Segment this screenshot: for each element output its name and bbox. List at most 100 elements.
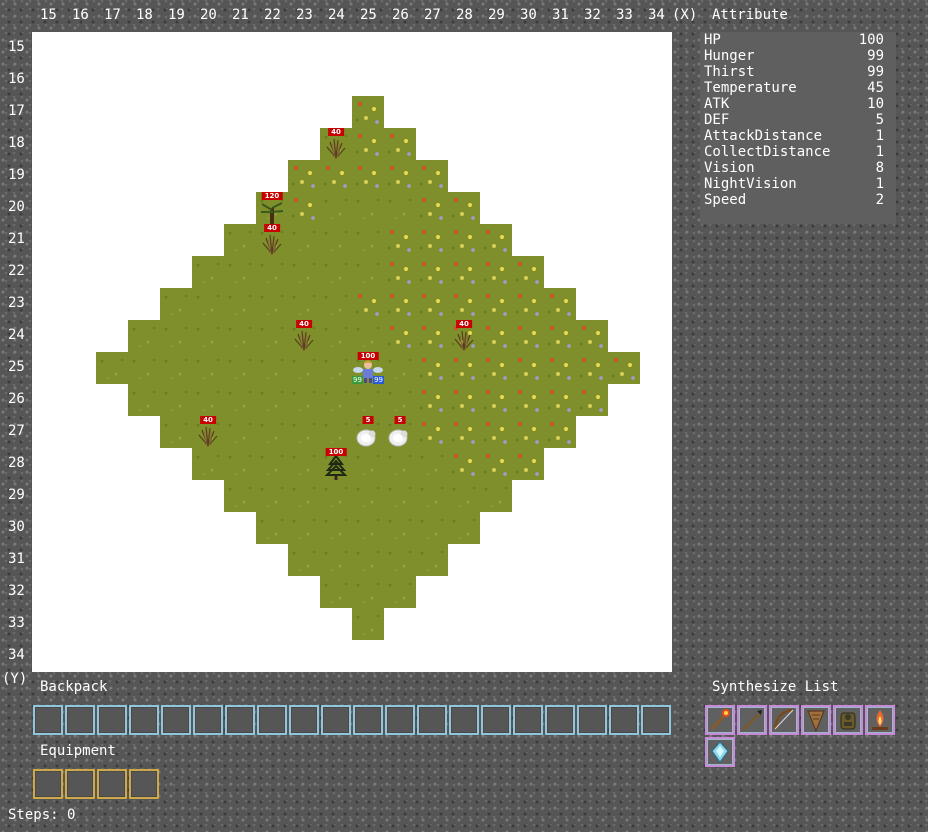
grass-tile [416,352,448,384]
backpack-slot[interactable] [225,705,255,735]
grass-tile [448,384,480,416]
bush-entity[interactable]: 40 [192,416,224,448]
backpack-slot[interactable] [161,705,191,735]
grass-tile [128,320,160,352]
y-axis-tick: 15 [8,39,25,55]
pine-entity[interactable]: 100 [320,448,352,480]
x-axis-tick: 15 [40,7,57,23]
x-axis-tick: 25 [360,7,377,23]
synthesize-slot[interactable] [769,705,799,735]
bush-sprite [198,426,218,447]
bush-sprite [294,330,314,351]
y-axis-tick: 19 [8,167,25,183]
backpack-slot[interactable] [129,705,159,735]
grass-tile [384,544,416,576]
grass-tile [256,480,288,512]
backpack-slot[interactable] [641,705,671,735]
grass-tile [512,320,544,352]
tree-entity[interactable]: 120 [256,192,288,224]
grass-tile [224,352,256,384]
x-axis-tick: 23 [296,7,313,23]
backpack-slot[interactable] [97,705,127,735]
backpack-slot[interactable] [609,705,639,735]
equipment-slot[interactable] [129,769,159,799]
backpack-slot[interactable] [353,705,383,735]
grass-tile [416,416,448,448]
grass-tile [320,192,352,224]
sheep-sprite [388,429,408,447]
y-axis-tick: 33 [8,615,25,631]
x-axis-tick: 17 [104,7,121,23]
grass-tile [352,512,384,544]
grass-tile [256,352,288,384]
y-axis-suffix: (Y) [2,671,28,687]
grass-tile [160,352,192,384]
synthesize-slot[interactable] [705,737,735,767]
backpack-slot[interactable] [289,705,319,735]
grass-tile [512,416,544,448]
backpack-slot[interactable] [481,705,511,735]
grass-tile [352,192,384,224]
grass-tile [448,224,480,256]
player-entity[interactable]: 100 99 99 [352,352,384,384]
grass-tile [288,256,320,288]
map-canvas[interactable]: 40 120 40 40 40 100 99 99 40 5 5 100 [32,32,672,672]
grass-tile [480,480,512,512]
bush-sprite [262,234,282,255]
attribute-value: 2 [875,192,884,208]
attribute-value: 1 [875,176,884,192]
grass-tile [352,608,384,640]
backpack-slot[interactable] [545,705,575,735]
grass-tile [352,288,384,320]
grass-tile [288,160,320,192]
backpack-slot[interactable] [513,705,543,735]
grass-tile [384,480,416,512]
grass-tile [288,384,320,416]
backpack-slot[interactable] [33,705,63,735]
backpack-slot[interactable] [321,705,351,735]
torch-icon [710,709,730,731]
grass-tile [544,352,576,384]
backpack-slot[interactable] [577,705,607,735]
equipment-slot[interactable] [97,769,127,799]
synthesize-slot[interactable] [833,705,863,735]
sheep-entity[interactable]: 5 [352,416,384,448]
synthesize-slot[interactable] [705,705,735,735]
bush-entity[interactable]: 40 [448,320,480,352]
backpack-slot[interactable] [385,705,415,735]
grass-tile [256,288,288,320]
synthesize-title: Synthesize List [712,679,839,695]
synthesize-slot[interactable] [865,705,895,735]
grass-tile [416,480,448,512]
grass-tile [224,448,256,480]
backpack-slot[interactable] [417,705,447,735]
grass-tile [288,288,320,320]
grass-tile [320,352,352,384]
grass-tile [320,160,352,192]
bush-entity[interactable]: 40 [320,128,352,160]
backpack-slot[interactable] [449,705,479,735]
sheep-entity[interactable]: 5 [384,416,416,448]
bush-entity[interactable]: 40 [288,320,320,352]
x-axis-tick: 31 [552,7,569,23]
grass-tile [512,384,544,416]
backpack-slot[interactable] [193,705,223,735]
grass-tile [128,352,160,384]
y-axis-tick: 32 [8,583,25,599]
synthesize-slot[interactable] [737,705,767,735]
attribute-name: Temperature [704,80,797,96]
grass-tile [224,480,256,512]
grass-tile [320,224,352,256]
grass-tile [448,288,480,320]
grass-tile [160,416,192,448]
grass-tile [384,224,416,256]
backpack-slot[interactable] [257,705,287,735]
bush-sprite [326,138,346,159]
equipment-slot[interactable] [33,769,63,799]
attribute-value: 99 [867,64,884,80]
backpack-slot[interactable] [65,705,95,735]
equipment-slot[interactable] [65,769,95,799]
grass-tile [544,320,576,352]
synthesize-slot[interactable] [801,705,831,735]
bush-entity[interactable]: 40 [256,224,288,256]
